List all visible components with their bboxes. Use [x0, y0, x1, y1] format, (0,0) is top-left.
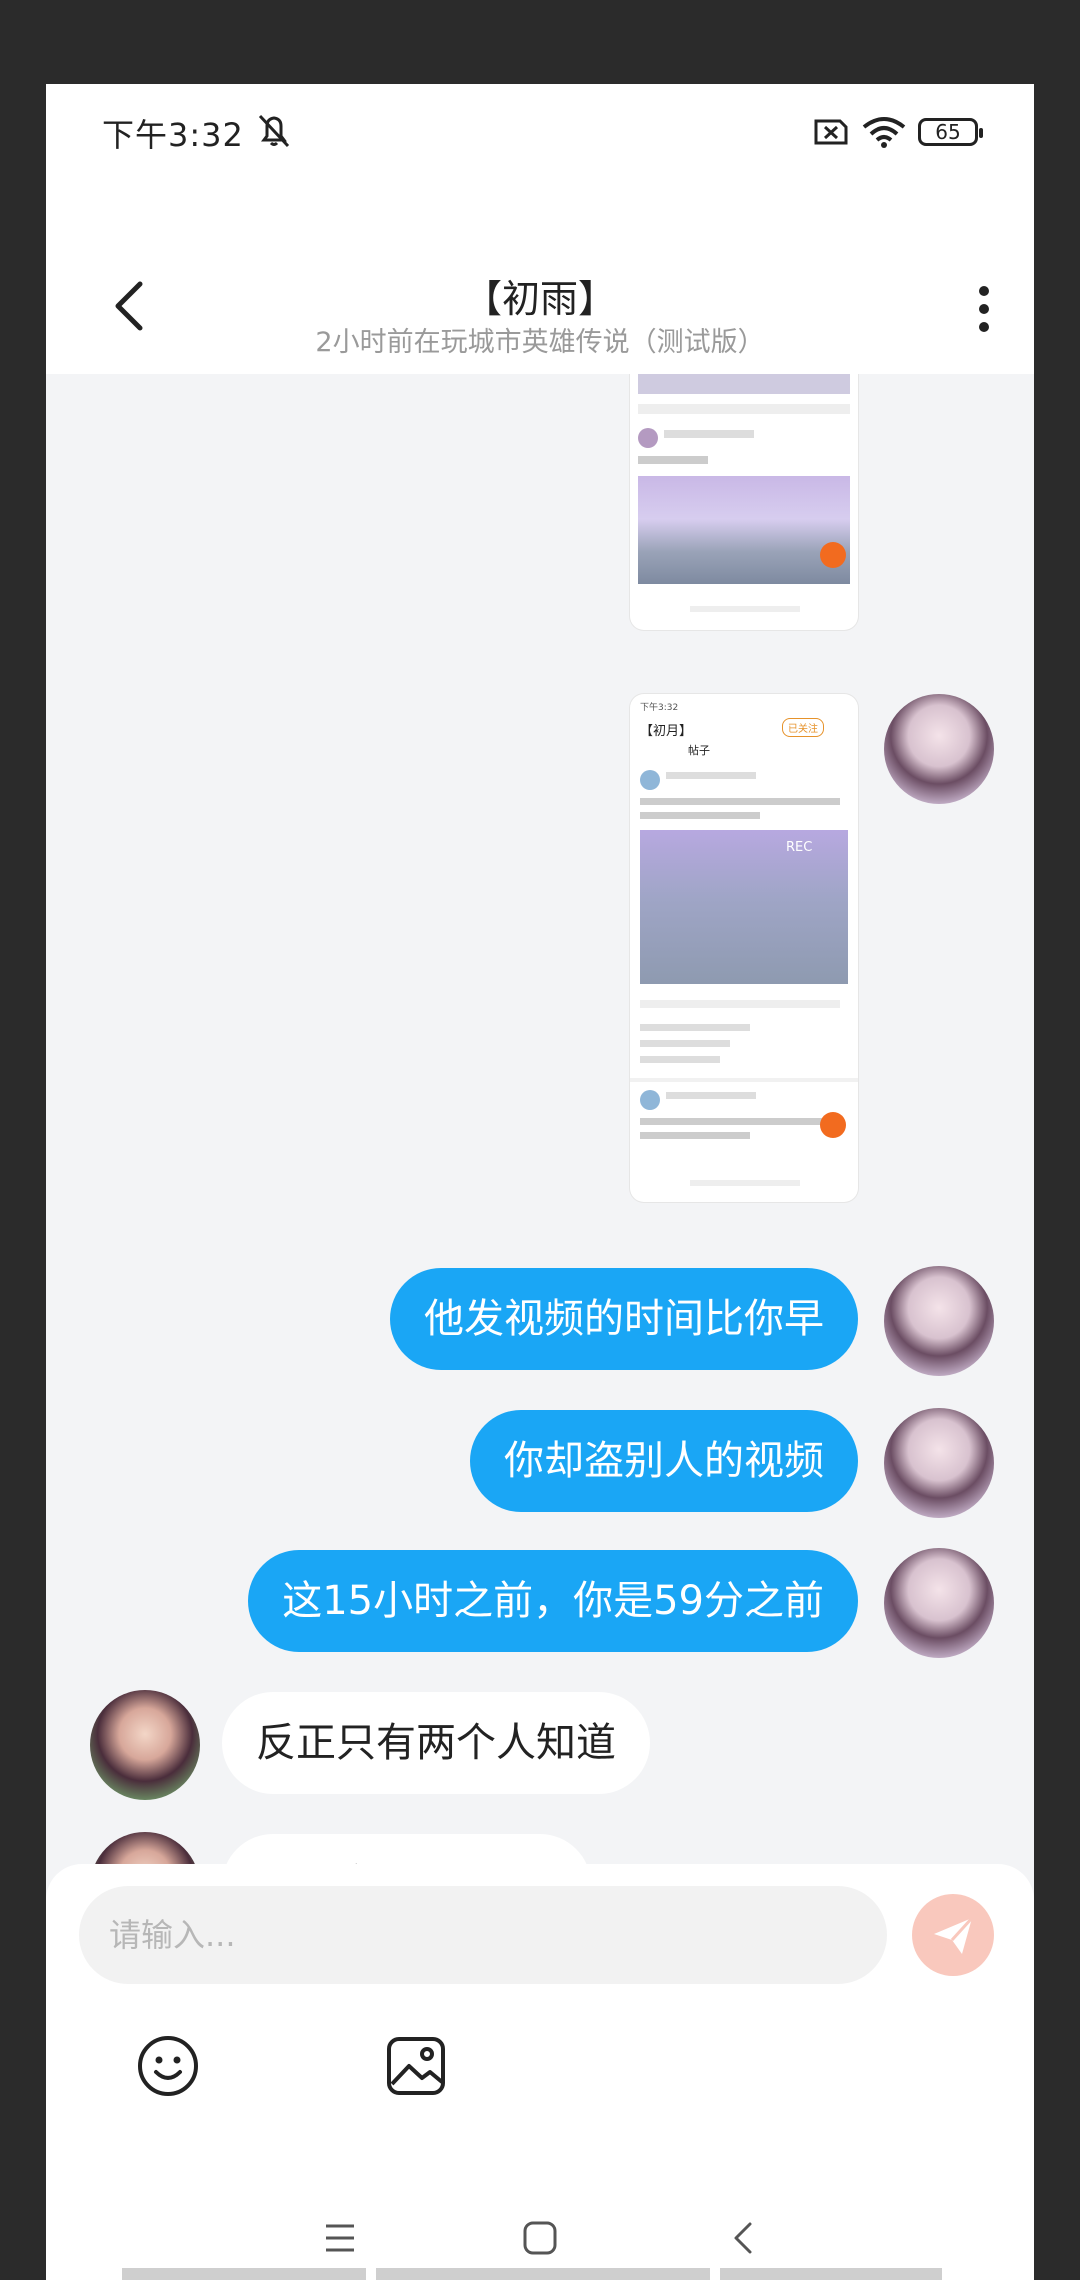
my-avatar[interactable] — [884, 1548, 994, 1658]
status-bar: 下午3:32 65 — [46, 84, 1034, 184]
phone-screen: 下午3:32 65 【初雨】 2小时前在玩城市英雄传说（测试版） 下午3:32 … — [46, 84, 1034, 2280]
message-bubble-me[interactable]: 你却盗别人的视频 — [470, 1410, 858, 1512]
my-avatar[interactable] — [884, 694, 994, 804]
nav-back-icon[interactable] — [722, 2216, 766, 2260]
my-avatar[interactable] — [884, 1408, 994, 1518]
shot-rec: REC — [786, 840, 813, 855]
status-icons: 65 — [810, 112, 983, 152]
shot-follow: 已关注 — [782, 718, 824, 737]
message-input-box[interactable] — [79, 1886, 887, 1984]
message-bubble-me[interactable]: 他发视频的时间比你早 — [390, 1268, 858, 1370]
chat-title: 【初雨】 — [463, 277, 616, 321]
my-avatar[interactable] — [884, 1266, 994, 1376]
contact-avatar[interactable] — [90, 1690, 200, 1800]
message-input[interactable] — [79, 1886, 887, 1984]
home-icon[interactable] — [518, 2216, 562, 2260]
chat-header: 【初雨】 2小时前在玩城市英雄传说（测试版） — [46, 184, 1034, 374]
chat-subtitle: 2小时前在玩城市英雄传说（测试版） — [315, 327, 765, 358]
shot-tab: 帖子 — [688, 744, 710, 757]
shot-title: 【初月】 — [640, 724, 693, 739]
menu-icon[interactable] — [318, 2216, 362, 2260]
home-indicator — [122, 2268, 942, 2280]
send-button[interactable] — [912, 1894, 994, 1976]
shared-screenshot-2[interactable]: 下午3:32 【初月】 已关注 帖子 REC — [630, 694, 858, 1202]
status-time: 下午3:32 — [102, 116, 244, 154]
message-bubble-other[interactable]: 反正只有两个人知道 — [222, 1692, 650, 1794]
image-icon[interactable] — [384, 2034, 448, 2098]
battery-indicator: 65 — [918, 118, 983, 146]
shared-screenshot-1[interactable] — [630, 374, 858, 630]
wifi-icon — [862, 117, 906, 148]
sim-icon — [814, 119, 848, 145]
message-bubble-me[interactable]: 这15小时之前，你是59分之前 — [248, 1550, 858, 1652]
more-icon[interactable] — [974, 286, 994, 346]
shot-status-time: 下午3:32 — [640, 703, 679, 713]
emoji-icon[interactable] — [136, 2034, 200, 2098]
send-icon — [934, 1916, 974, 1954]
mute-icon — [258, 114, 290, 148]
chat-area[interactable]: 下午3:32 【初月】 已关注 帖子 REC 他发视频的时间比你早 你却盗别人的… — [46, 374, 1034, 1944]
